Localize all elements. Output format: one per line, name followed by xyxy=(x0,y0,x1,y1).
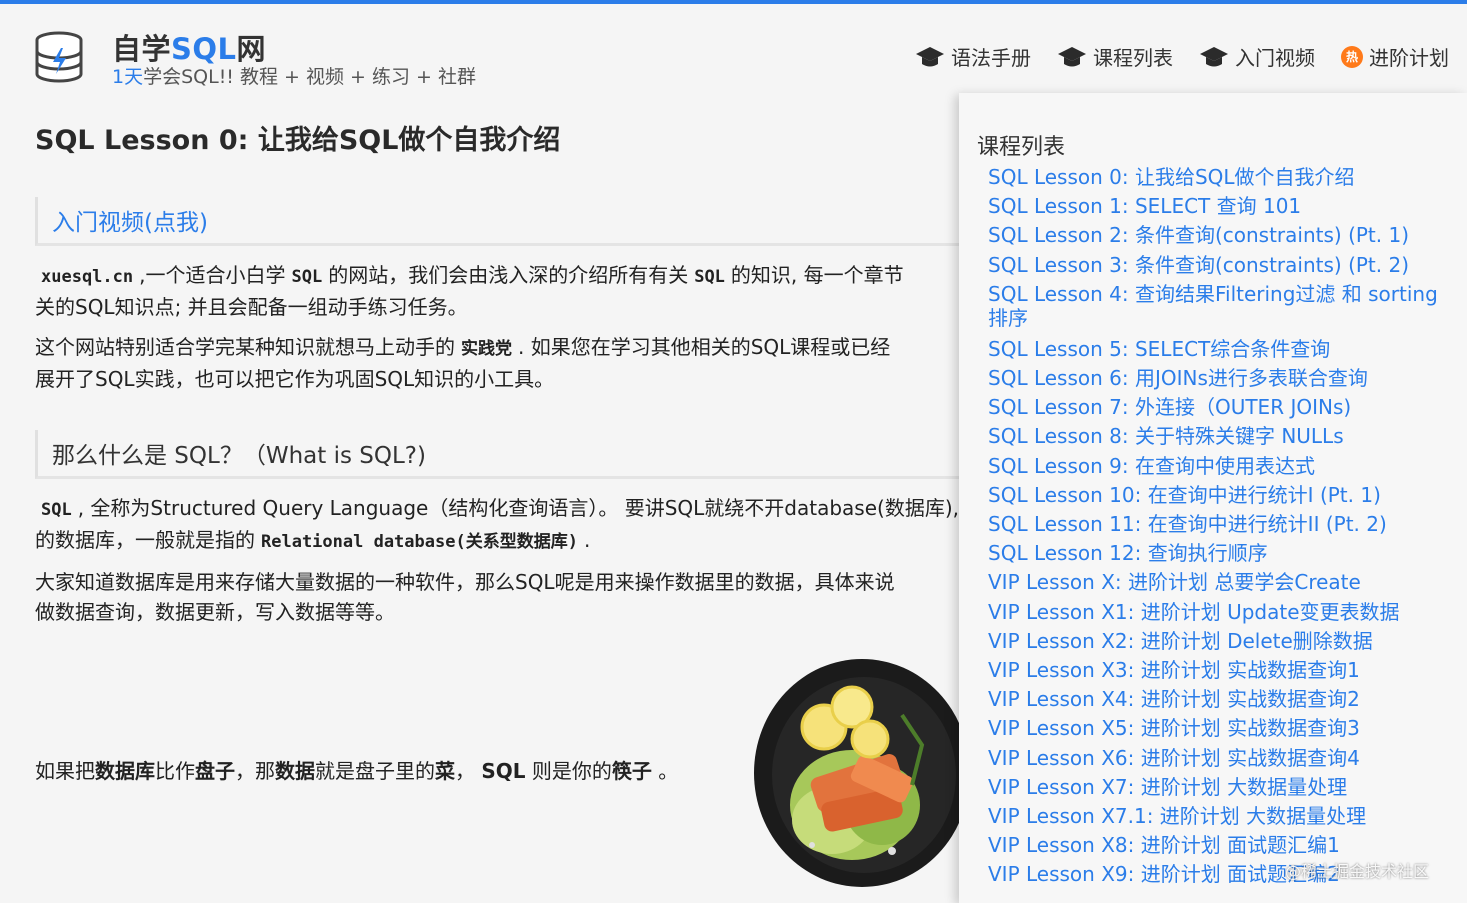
graduation-cap-icon xyxy=(1200,46,1228,66)
lesson-list: SQL Lesson 0: 让我给SQL做个自我介绍 SQL Lesson 1:… xyxy=(988,163,1448,890)
lesson-link[interactable]: SQL Lesson 2: 条件查询(constraints) (Pt. 1) xyxy=(988,221,1448,250)
page-title: SQL Lesson 0: 让我给SQL做个自我介绍 xyxy=(35,125,561,156)
salmon-plate-image xyxy=(754,659,960,887)
paragraph-intro: xuesql.cn ,一个适合小白学 SQL 的网站，我们会由浅入深的介绍所有有关 SQ… xyxy=(35,263,904,319)
lesson-link[interactable]: VIP Lesson X7: 进阶计划 大数据量处理 xyxy=(988,773,1448,802)
lesson-link[interactable]: VIP Lesson X1: 进阶计划 Update变更表数据 xyxy=(988,598,1448,627)
nav-item-course-list[interactable]: 课程列表 xyxy=(1057,42,1173,71)
main-content: SQL Lesson 0: 让我给SQL做个自我介绍 入门视频(点我) xues… xyxy=(35,118,960,627)
hot-icon: 热 xyxy=(1341,45,1363,68)
lesson-link[interactable]: VIP Lesson X: 进阶计划 总要学会Create xyxy=(988,568,1448,597)
section-what-is-sql: 那么什么是 SQL？（What is SQL?) xyxy=(35,430,960,479)
lesson-link[interactable]: SQL Lesson 1: SELECT 查询 101 xyxy=(988,192,1448,221)
graduation-cap-icon xyxy=(1058,46,1086,66)
course-list-dropdown: 课程列表 SQL Lesson 0: 让我给SQL做个自我介绍 SQL Less… xyxy=(959,93,1467,903)
lesson-link[interactable]: VIP Lesson X4: 进阶计划 实战数据查询2 xyxy=(988,685,1448,714)
database-logo-icon[interactable] xyxy=(33,30,85,84)
graduation-cap-icon xyxy=(916,46,944,66)
lesson-link[interactable]: VIP Lesson X6: 进阶计划 实战数据查询4 xyxy=(988,744,1448,773)
lesson-link[interactable]: VIP Lesson X3: 进阶计划 实战数据查询1 xyxy=(988,656,1448,685)
lesson-link[interactable]: SQL Lesson 4: 查询结果Filtering过滤 和 sorting排… xyxy=(988,280,1448,335)
intro-video-link[interactable]: 入门视频(点我) xyxy=(35,197,960,246)
lesson-link[interactable]: VIP Lesson X2: 进阶计划 Delete删除数据 xyxy=(988,627,1448,656)
lesson-link[interactable]: SQL Lesson 10: 在查询中进行统计I (Pt. 1) xyxy=(988,481,1448,510)
nav-item-syntax-manual[interactable]: 语法手册 xyxy=(915,42,1031,71)
lesson-link[interactable]: SQL Lesson 5: SELECT综合条件查询 xyxy=(988,335,1448,364)
lesson-link[interactable]: SQL Lesson 8: 关于特殊关键字 NULLs xyxy=(988,422,1448,451)
lesson-link[interactable]: VIP Lesson X7.1: 进阶计划 大数据量处理 xyxy=(988,802,1448,831)
site-subtitle: 1天学会SQL!! 教程 + 视频 + 练习 + 社群 xyxy=(112,66,476,88)
lesson-link[interactable]: SQL Lesson 6: 用JOINs进行多表联合查询 xyxy=(988,364,1448,393)
nav-item-advanced-plan[interactable]: 热 进阶计划 xyxy=(1341,42,1449,71)
lesson-link[interactable]: VIP Lesson X5: 进阶计划 实战数据查询3 xyxy=(988,714,1448,743)
lesson-link[interactable]: SQL Lesson 11: 在查询中进行统计II (Pt. 2) xyxy=(988,510,1448,539)
top-accent-bar xyxy=(0,0,1467,4)
lesson-link[interactable]: SQL Lesson 9: 在查询中使用表达式 xyxy=(988,452,1448,481)
lesson-link[interactable]: SQL Lesson 0: 让我给SQL做个自我介绍 xyxy=(988,163,1448,192)
lesson-link[interactable]: SQL Lesson 7: 外连接（OUTER JOINs) xyxy=(988,393,1448,422)
nav-item-intro-video[interactable]: 入门视频 xyxy=(1199,42,1315,71)
analogy-text: 如果把数据库比作盘子，那数据就是盘子里的菜， SQL 则是你的筷子 。 xyxy=(35,759,679,783)
lesson-link[interactable]: VIP Lesson X8: 进阶计划 面试题汇编1 xyxy=(988,831,1448,860)
paragraph-sql-definition: SQL, 全称为Structured Query Language（结构化查询语… xyxy=(35,496,959,552)
top-nav: 语法手册 课程列表 入门视频 热 进阶计划 xyxy=(915,42,1449,71)
lesson-link[interactable]: SQL Lesson 3: 条件查询(constraints) (Pt. 2) xyxy=(988,251,1448,280)
lesson-link[interactable]: SQL Lesson 12: 查询执行顺序 xyxy=(988,539,1448,568)
paragraph-practice: 这个网站特别适合学完某种知识就想马上动手的 实践党. 如果您在学习其他相关的SQL… xyxy=(35,335,891,391)
panel-title: 课程列表 xyxy=(977,135,1066,160)
watermark: @稀土掘金技术社区 xyxy=(1285,862,1430,881)
paragraph-database-purpose: 大家知道数据库是用来存储大量数据的一种软件，那么SQL呢是用来操作数据里的数据，… xyxy=(35,570,895,624)
